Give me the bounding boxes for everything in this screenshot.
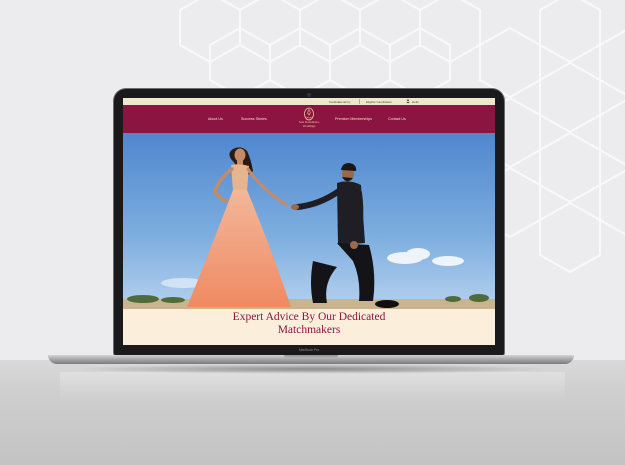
nav-contact-us[interactable]: Contact Us: [388, 117, 406, 122]
brand-logo[interactable]: Saat Kadamalos Weddings: [287, 107, 331, 131]
laptop-base: [48, 355, 574, 364]
brand-name-line2: Weddings: [302, 123, 316, 128]
table-reflection: [60, 372, 565, 402]
device-label: MacBook Pro: [298, 348, 320, 352]
hero-caption: Expert Advice By Our Dedicated Matchmake…: [123, 309, 495, 336]
laptop-lid: Candidate Entry Eligible Candidates Hell…: [114, 89, 504, 355]
laptop-screen: Candidate Entry Eligible Candidates Hell…: [123, 98, 495, 345]
hero-image: [123, 133, 495, 309]
utility-bar: Candidate Entry Eligible Candidates Hell…: [123, 98, 495, 105]
laptop-shadow: [70, 364, 555, 374]
nav-about-us[interactable]: About Us: [208, 117, 223, 122]
utility-divider: [359, 99, 360, 104]
user-icon[interactable]: [406, 99, 410, 103]
nav-success-stories[interactable]: Success Stories: [241, 117, 267, 122]
brand-logo-icon: [304, 107, 314, 121]
nav-premium-memberships[interactable]: Premium Memberships: [335, 117, 372, 122]
webcam-icon: [307, 93, 311, 97]
laptop-opening-notch: [284, 355, 338, 358]
hello-user-link[interactable]: Hello: [412, 100, 419, 104]
main-navigation: About Us Success Stories Saat Kadamalos …: [123, 105, 495, 133]
hero-caption-line1: Expert Advice By Our Dedicated: [232, 311, 386, 323]
candidate-entry-link[interactable]: Candidate Entry: [329, 100, 351, 104]
hero-caption-band: Expert Advice By Our Dedicated Matchmake…: [123, 309, 495, 345]
hero-caption-line2: Matchmakers: [277, 323, 341, 336]
eligible-candidates-link[interactable]: Eligible Candidates: [366, 100, 392, 104]
